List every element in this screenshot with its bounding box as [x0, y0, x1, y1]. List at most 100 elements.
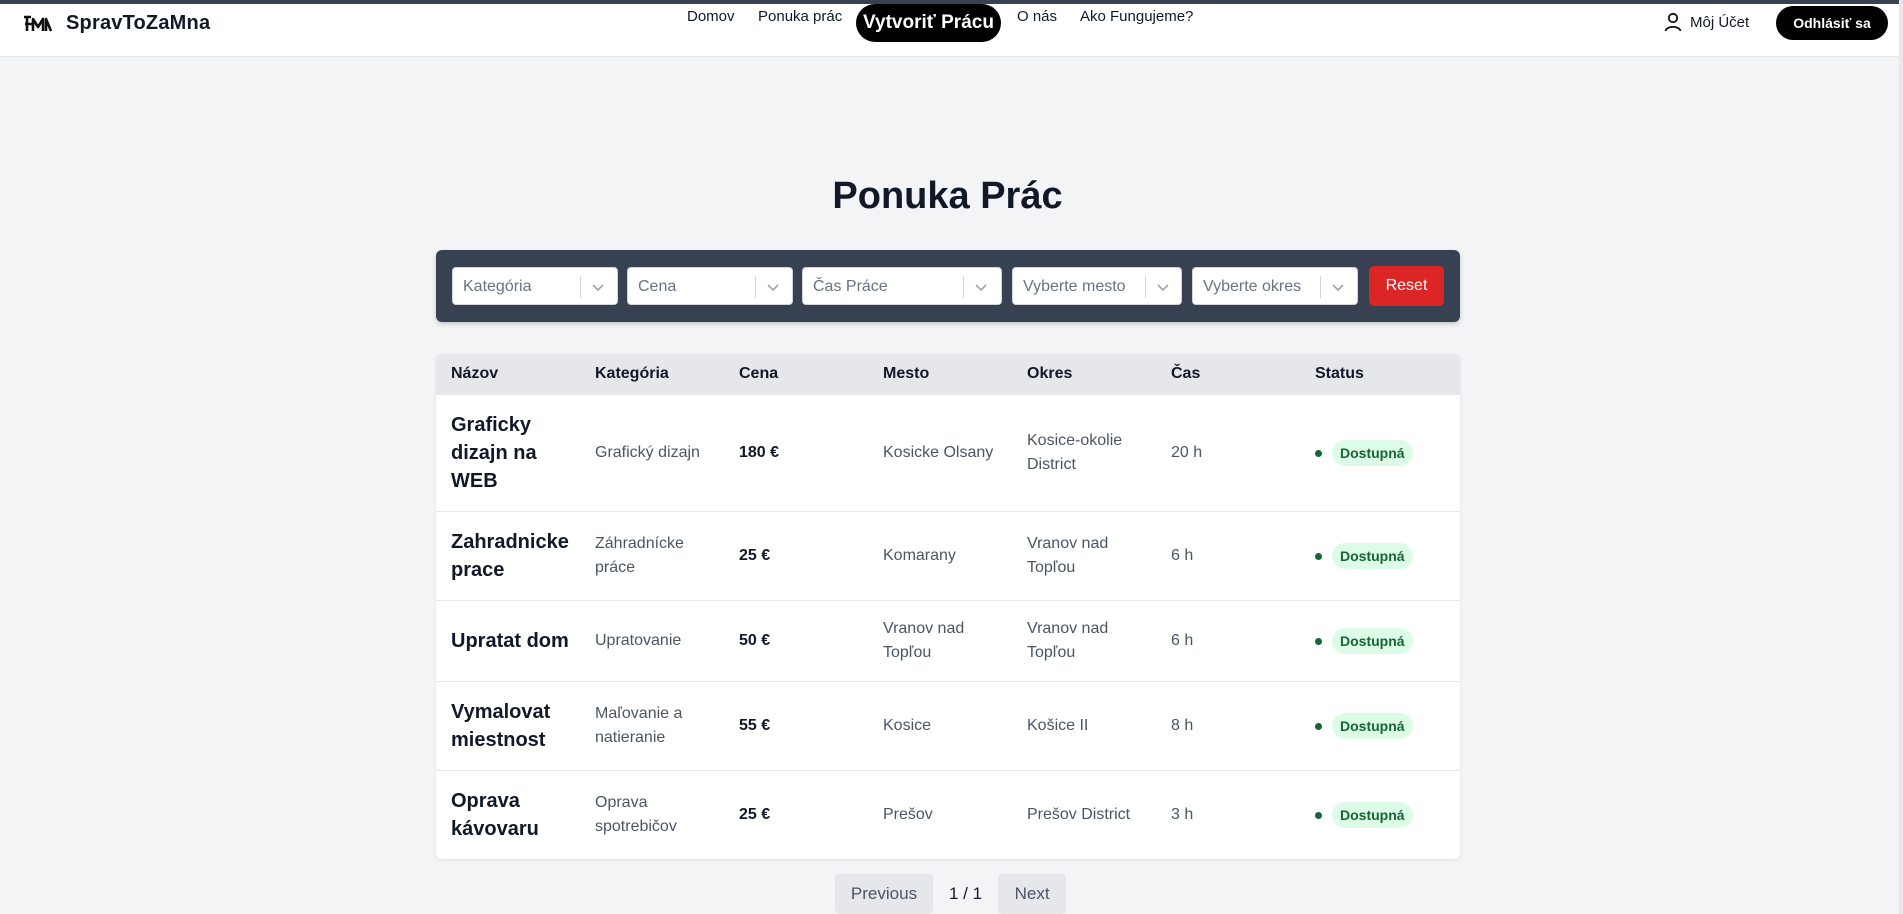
job-city: Vranov nad Topľou	[883, 620, 965, 661]
chevron-down-icon	[767, 284, 779, 292]
logo-icon	[24, 15, 52, 31]
logo[interactable]: SpravToZaMna	[22, 12, 210, 35]
job-time: 6 h	[1171, 547, 1194, 564]
work-time-select[interactable]: Čas Práce	[802, 267, 1002, 305]
chevron-down-icon	[975, 284, 987, 292]
price-placeholder: Cena	[638, 278, 677, 295]
scrollbar[interactable]	[1899, 0, 1903, 914]
column-header-price: Cena	[739, 365, 779, 382]
column-header-time: Čas	[1171, 365, 1201, 382]
job-city: Kosicke Olsany	[883, 444, 994, 461]
logout-button[interactable]: Odhlásiť sa	[1776, 6, 1888, 40]
filter-bar: Kategória Cena Čas Práce Vyberte mesto V…	[436, 250, 1460, 322]
job-name[interactable]: Zahradnicke prace	[451, 512, 581, 600]
job-time: 3 h	[1171, 806, 1194, 823]
chevron-down-icon	[1157, 284, 1169, 292]
job-city: Kosice	[883, 717, 932, 734]
nav-link-job-offers[interactable]: Ponuka prác	[758, 8, 842, 25]
select-separator	[1145, 276, 1146, 298]
city-placeholder: Vyberte mesto	[1023, 278, 1126, 295]
job-district: Prešov District	[1027, 806, 1131, 823]
status-dot	[1315, 722, 1322, 730]
select-separator	[1320, 276, 1321, 298]
status-dot	[1315, 552, 1322, 560]
table-row[interactable]: Vymalovat miestnost Maľovanie a natieran…	[436, 681, 1460, 770]
job-district: Vranov nad Topľou	[1027, 535, 1109, 576]
job-category: Maľovanie a natieranie	[595, 705, 683, 746]
nav-link-home[interactable]: Domov	[687, 8, 735, 25]
nav-link-about[interactable]: O nás	[1017, 8, 1057, 25]
job-time: 6 h	[1171, 632, 1194, 649]
job-district: Kosice-okolie District	[1027, 432, 1123, 473]
job-category: Záhradnícke práce	[595, 535, 684, 576]
account-label: Môj Účet	[1690, 13, 1750, 31]
job-status: Dostupná	[1315, 512, 1413, 600]
account-link[interactable]: Môj Účet	[1664, 12, 1749, 32]
job-status: Dostupná	[1315, 682, 1413, 770]
job-district: Košice II	[1027, 717, 1089, 734]
job-status: Dostupná	[1315, 601, 1413, 681]
job-district: Vranov nad Topľou	[1027, 620, 1109, 661]
select-separator	[580, 276, 581, 298]
chevron-down-icon	[592, 284, 604, 292]
page-info: 1 / 1	[949, 884, 983, 903]
status-badge: Dostupná	[1332, 802, 1413, 828]
table-row[interactable]: Zahradnicke prace Záhradnícke práce 25 €…	[436, 511, 1460, 600]
job-category: Grafický dizajn	[595, 444, 700, 461]
job-name[interactable]: Upratat dom	[451, 601, 591, 681]
job-category: Oprava spotrebičov	[595, 794, 677, 835]
job-name[interactable]: Graficky dizajn na WEB	[451, 395, 581, 511]
previous-page-button[interactable]: Previous	[835, 874, 933, 914]
job-status: Dostupná	[1315, 395, 1413, 511]
category-placeholder: Kategória	[463, 278, 532, 295]
pagination: Previous 1 / 1 Next	[835, 874, 1067, 914]
status-badge: Dostupná	[1332, 440, 1413, 466]
job-price: 25 €	[739, 806, 771, 823]
job-name[interactable]: Vymalovat miestnost	[451, 682, 581, 770]
page-title: Ponuka Prác	[832, 175, 1063, 217]
category-select[interactable]: Kategória	[452, 267, 618, 305]
next-page-button[interactable]: Next	[998, 874, 1067, 914]
table-row[interactable]: Oprava kávovaru Oprava spotrebičov 25 € …	[436, 770, 1460, 859]
column-header-name: Názov	[451, 365, 499, 382]
job-category: Upratovanie	[595, 632, 682, 649]
select-separator	[755, 276, 756, 298]
district-placeholder: Vyberte okres	[1203, 278, 1302, 295]
job-price: 50 €	[739, 632, 771, 649]
city-select[interactable]: Vyberte mesto	[1012, 267, 1182, 305]
table-header: Názov Kategória Cena Mesto Okres Čas Sta…	[436, 354, 1460, 394]
status-badge: Dostupná	[1332, 713, 1413, 739]
job-city: Prešov	[883, 806, 933, 823]
column-header-category: Kategória	[595, 365, 669, 382]
job-price: 25 €	[739, 547, 771, 564]
status-dot	[1315, 637, 1322, 645]
status-dot	[1315, 811, 1322, 819]
chevron-down-icon	[1332, 284, 1344, 292]
job-price: 55 €	[739, 717, 771, 734]
jobs-table: Názov Kategória Cena Mesto Okres Čas Sta…	[436, 354, 1460, 859]
job-status: Dostupná	[1315, 771, 1413, 859]
district-select[interactable]: Vyberte okres	[1192, 267, 1358, 305]
navbar: SpravToZaMna Domov Ponuka prác Vytvoriť …	[0, 4, 1899, 57]
user-icon	[1664, 12, 1682, 32]
create-job-button[interactable]: Vytvoriť Prácu	[856, 4, 1001, 42]
status-badge: Dostupná	[1332, 628, 1413, 654]
status-dot	[1315, 449, 1322, 457]
brand-name: SpravToZaMna	[66, 12, 211, 34]
reset-button[interactable]: Reset	[1369, 266, 1444, 306]
select-separator	[963, 276, 964, 298]
table-row[interactable]: Graficky dizajn na WEB Grafický dizajn 1…	[436, 394, 1460, 511]
status-badge: Dostupná	[1332, 543, 1413, 569]
job-price: 180 €	[739, 444, 780, 461]
column-header-city: Mesto	[883, 365, 930, 382]
job-city: Komarany	[883, 547, 956, 564]
job-time: 20 h	[1171, 444, 1203, 461]
work-time-placeholder: Čas Práce	[813, 278, 888, 295]
column-header-district: Okres	[1027, 365, 1073, 382]
table-row[interactable]: Upratat dom Upratovanie 50 € Vranov nad …	[436, 600, 1460, 681]
nav-link-how-it-works[interactable]: Ako Fungujeme?	[1080, 8, 1193, 25]
job-name[interactable]: Oprava kávovaru	[451, 771, 581, 859]
column-header-status: Status	[1315, 365, 1364, 382]
job-time: 8 h	[1171, 717, 1194, 734]
price-select[interactable]: Cena	[627, 267, 793, 305]
